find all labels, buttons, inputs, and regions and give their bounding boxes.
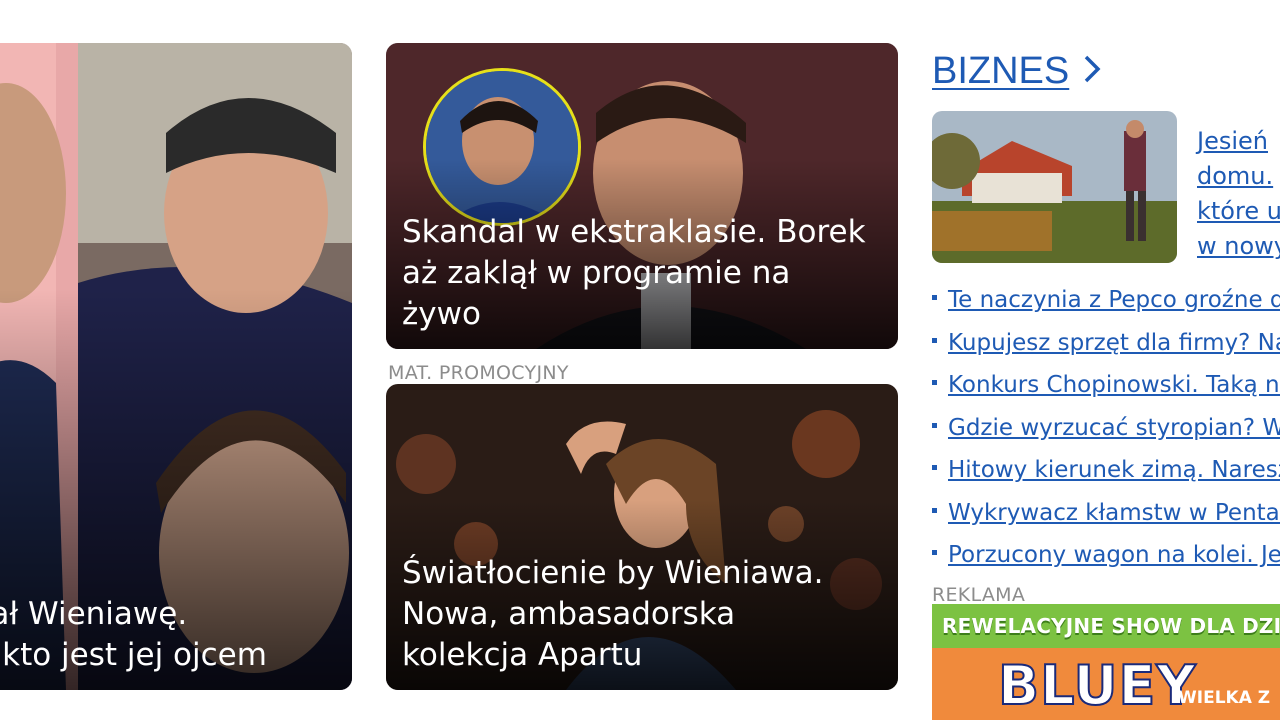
article-card-ekstraklasa-scandal[interactable]: Skandal w ekstraklasie. Borek aż zaklął … — [386, 43, 898, 349]
title-line: aż zaklął w programie na — [402, 255, 791, 291]
headline-line: domu. — [1197, 162, 1274, 190]
headline-line: Jesień — [1197, 127, 1268, 155]
bullet-icon — [932, 550, 937, 555]
article-title: ował Wieniawę. iał, kto jest jej ojcem — [0, 594, 338, 676]
thumbnail-photo-house-garden — [932, 111, 1177, 263]
headline-line: które u — [1197, 197, 1280, 225]
business-featured-thumbnail[interactable] — [932, 111, 1177, 263]
title-line: żywo — [402, 296, 481, 332]
business-link[interactable]: Wykrywacz kłamstw w Pentag — [948, 496, 1280, 530]
ad-banner-text: REWELACYJNE SHOW DLA DZIECI — [942, 614, 1280, 638]
bullet-icon — [932, 507, 937, 513]
bullet-icon — [932, 295, 937, 300]
title-line: Światłocienie by Wieniawa. — [402, 555, 824, 591]
bullet-icon — [932, 465, 937, 470]
title-line: ował Wieniawę. — [0, 596, 188, 632]
article-card-wieniawa-father[interactable]: ował Wieniawę. iał, kto jest jej ojcem — [0, 43, 352, 690]
business-link[interactable]: Te naczynia z Pepco groźne dla — [948, 283, 1280, 317]
ad-banner[interactable]: REWELACYJNE SHOW DLA DZIECI BLUEY WIELKA… — [932, 604, 1280, 720]
bullet-icon — [932, 337, 937, 343]
headline-line: w nowy — [1197, 232, 1280, 260]
business-link[interactable]: Kupujesz sprzęt dla firmy? Na — [948, 326, 1280, 360]
title-line: Skandal w ekstraklasie. Borek — [402, 214, 866, 250]
article-title: Skandal w ekstraklasie. Borek aż zaklął … — [402, 212, 884, 335]
bullet-icon — [932, 422, 937, 428]
section-title: BIZNES — [932, 50, 1070, 92]
business-link[interactable]: Gdzie wyrzucać styropian? Wy — [948, 411, 1280, 445]
section-header-biznes[interactable]: BIZNES — [932, 50, 1101, 94]
ad-label: REKLAMA — [932, 584, 1026, 606]
business-link[interactable]: Porzucony wagon na kolei. Jes — [948, 538, 1280, 572]
title-line: kolekcja Apartu — [402, 637, 643, 673]
promo-card-apart-collection[interactable]: Światłocienie by Wieniawa. Nowa, ambasad… — [386, 384, 898, 690]
chevron-right-icon — [1083, 51, 1101, 94]
business-link[interactable]: Hitowy kierunek zimą. Naresz — [948, 453, 1280, 487]
title-line: iał, kto jest jej ojcem — [0, 637, 267, 673]
promo-title: Światłocienie by Wieniawa. Nowa, ambasad… — [402, 553, 884, 676]
ad-subtext: WIELKA Z — [1178, 688, 1271, 708]
business-link[interactable]: Konkurs Chopinowski. Taką na — [948, 368, 1280, 402]
business-featured-headline[interactable]: Jesień domu. które u w nowy — [1197, 124, 1280, 264]
title-line: Nowa, ambasadorska — [402, 596, 736, 632]
promo-label: MAT. PROMOCYJNY — [388, 362, 569, 384]
ad-logo: BLUEY — [997, 653, 1197, 718]
bullet-icon — [932, 380, 937, 385]
